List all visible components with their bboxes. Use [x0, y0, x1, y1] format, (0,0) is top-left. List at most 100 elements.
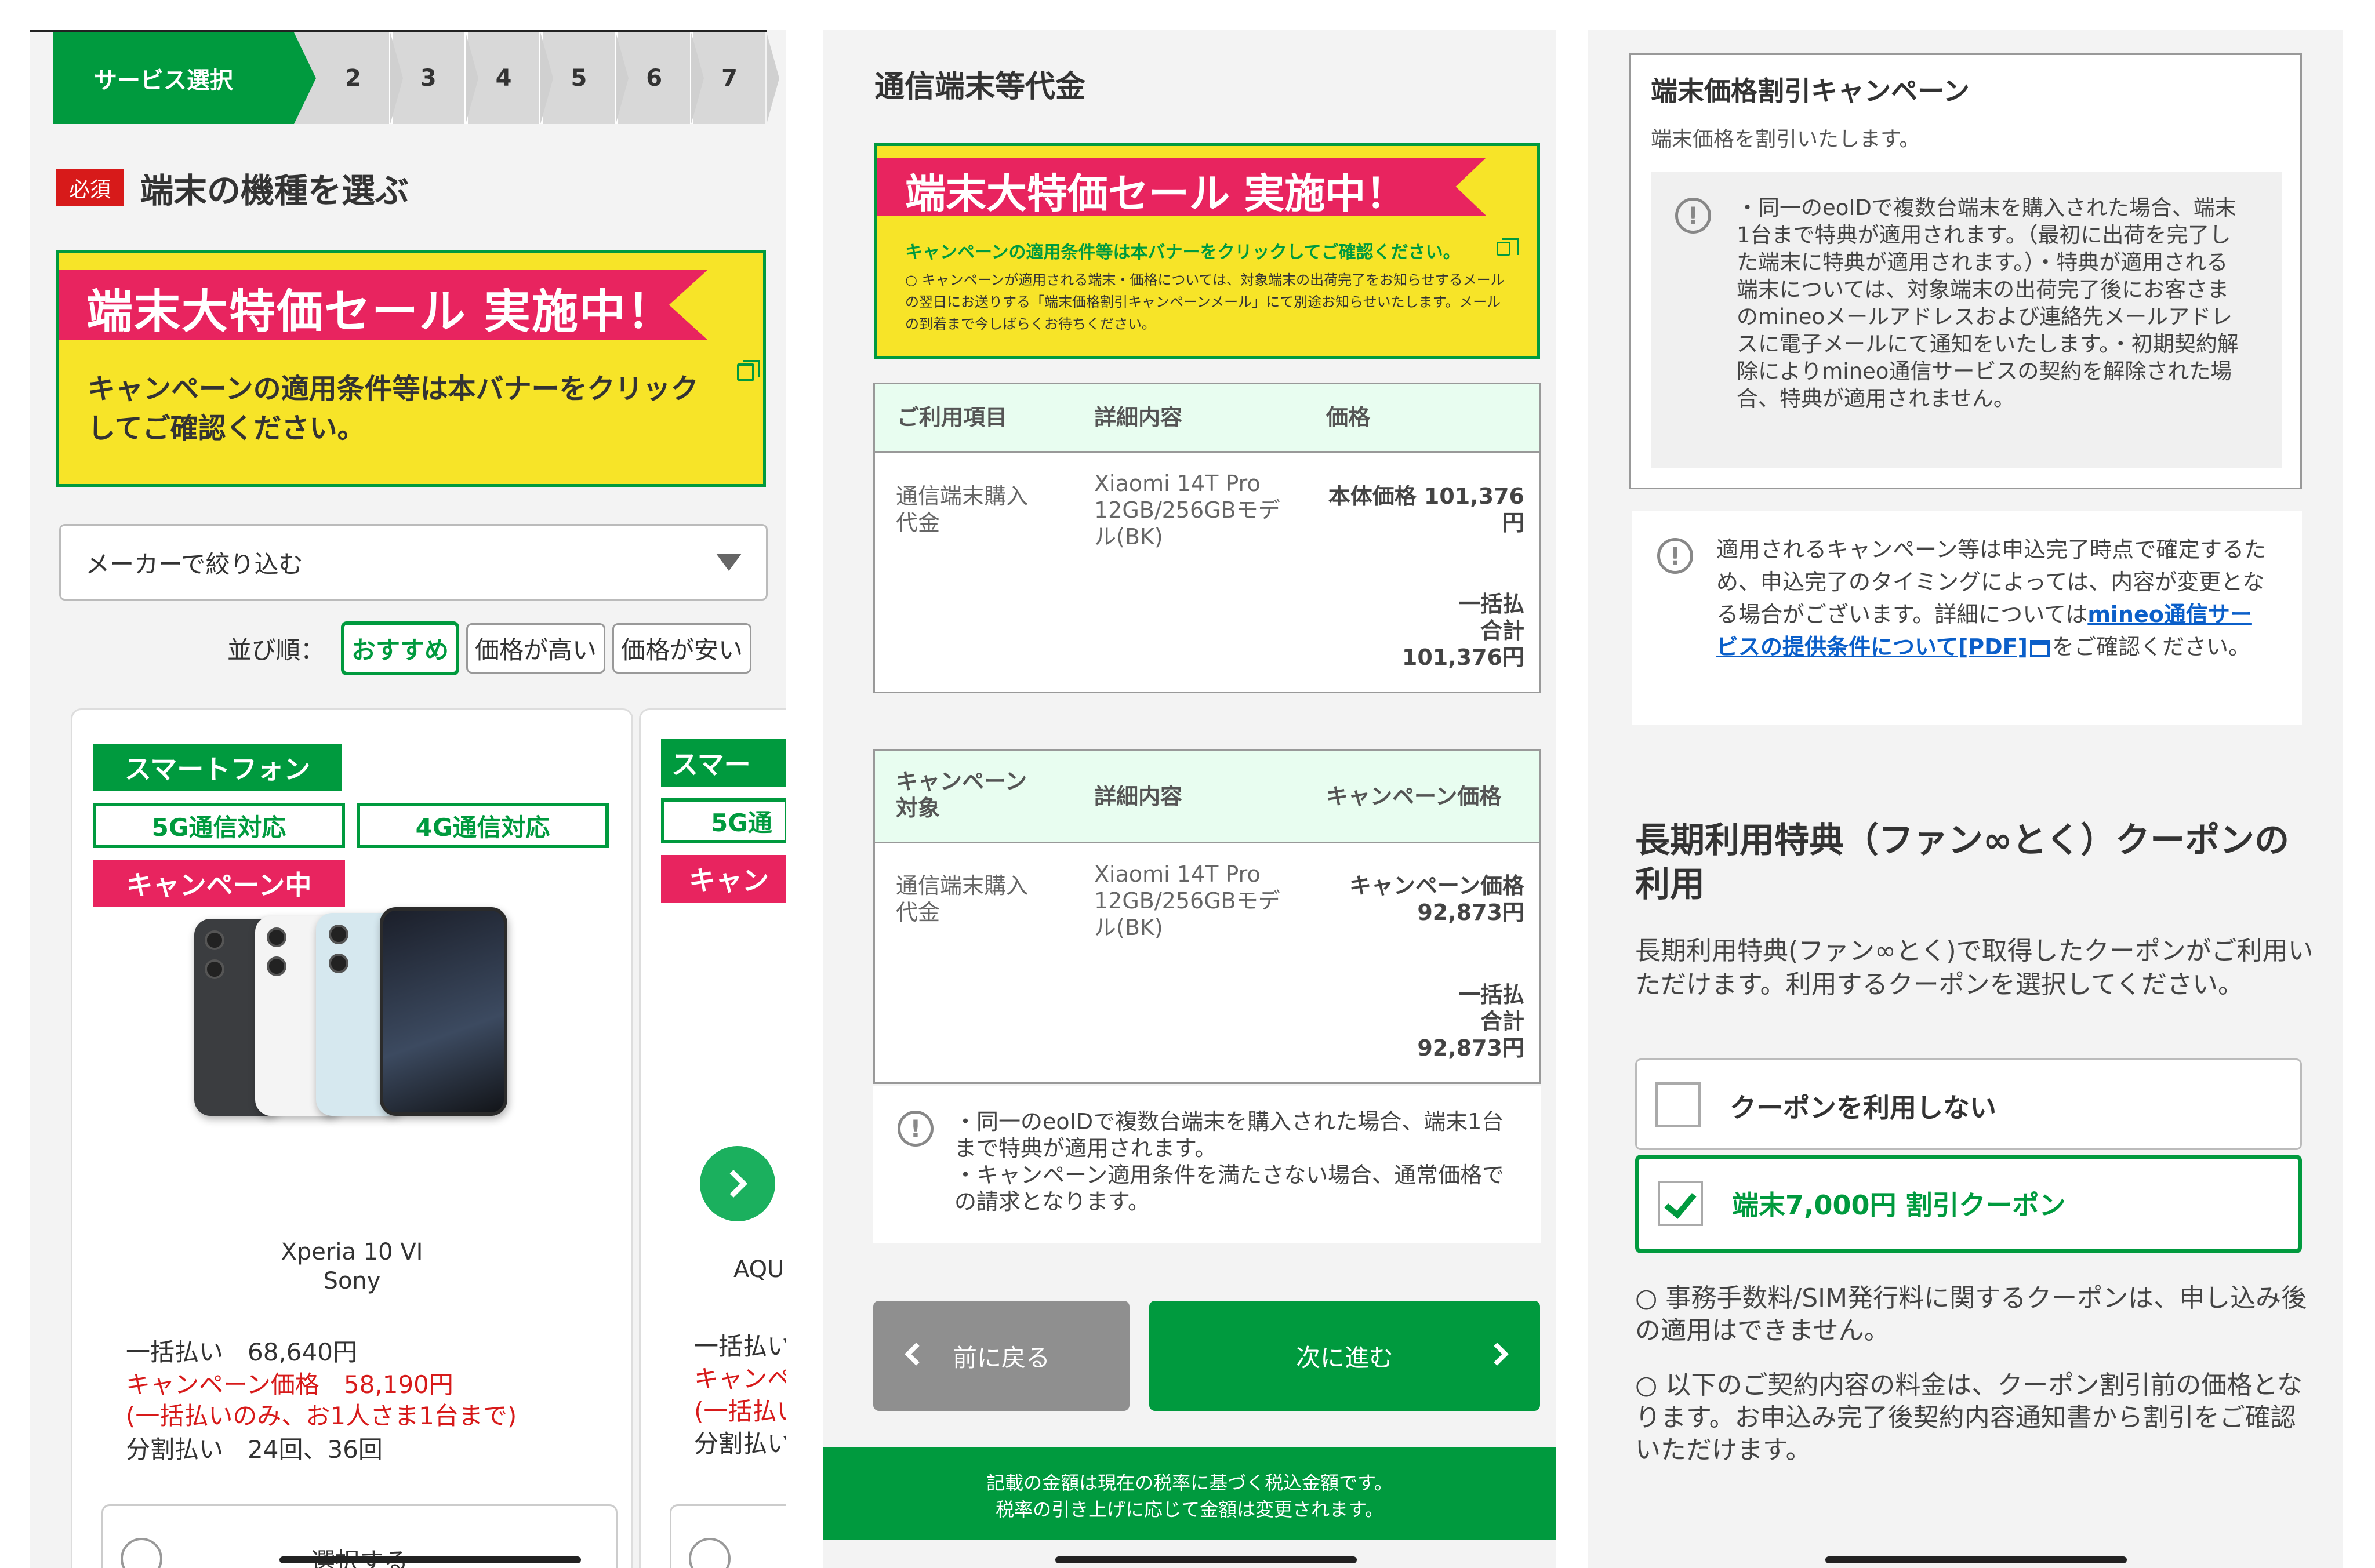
option-label: クーポンを利用しない	[1730, 1092, 1996, 1123]
coupon-option-7000[interactable]: 端末7,000円 割引クーポン	[1635, 1155, 2302, 1253]
product-image	[194, 907, 519, 1122]
total-label: 一括払合計	[1458, 982, 1524, 1034]
network-tag-5g: 5G通信対応	[93, 803, 345, 848]
coupon-description: 長期利用特典(ファン∞とく)で取得したクーポンがご利用いただけます。利用するクー…	[1635, 936, 2314, 999]
step-progress: サービス選択 2 3 4 5 6 7	[53, 32, 779, 124]
dropdown-arrow-icon	[716, 554, 742, 571]
sort-price-low-button[interactable]: 価格が安い	[612, 623, 752, 674]
next-label: 次に進む	[1295, 1343, 1393, 1372]
sort-label: 並び順：	[227, 636, 325, 664]
lump-sum-price: 一括払い 68,640円	[126, 1338, 357, 1366]
item-cell: 通信端末購入代金	[896, 483, 1029, 536]
step-6: 6	[618, 32, 704, 124]
installment-options: 分割払い 24回、36回	[126, 1435, 383, 1464]
confirm-notice-text: 適用されるキャンペーン等は申込完了時点で確定するため、申込完了のタイミングによっ…	[1716, 533, 2273, 663]
step-5: 5	[543, 32, 629, 124]
section-title: 端末の機種を選ぶ	[140, 171, 409, 210]
info-icon: !	[1675, 198, 1711, 234]
checkmark-icon	[1664, 1185, 1697, 1219]
option-label: 端末7,000円 割引クーポン	[1732, 1189, 2066, 1221]
camera-icon	[205, 930, 224, 950]
camera-icon	[329, 954, 348, 973]
campaign-price-table: キャンペーン対象 詳細内容 キャンペーン価格 通信端末購入代金 Xiaomi 1…	[873, 749, 1541, 1084]
confirm-notice: ! 適用されるキャンペーン等は申込完了時点で確定するため、申込完了のタイミングに…	[1632, 511, 2302, 725]
total-value: 92,873円	[1417, 1035, 1524, 1061]
chevron-left-icon	[905, 1343, 928, 1366]
notice-text: ・同一のeoIDで複数台端末を購入された場合、端末1台まで特典が適用されます。 …	[954, 1109, 1505, 1214]
camera-icon	[267, 927, 286, 947]
banner-headline: 端末大特価セール 実施中！	[905, 170, 1407, 217]
header-detail: 詳細内容	[1094, 405, 1183, 430]
back-label: 前に戻る	[952, 1343, 1050, 1372]
network-tag: 5G通	[661, 798, 786, 843]
screen-device-select: サービス選択 2 3 4 5 6 7 必須 端末の機種を選ぶ 端末大特価セール …	[30, 30, 786, 1568]
campaign-tag: キャンペーン中	[93, 860, 345, 907]
carousel-next-button[interactable]	[700, 1146, 775, 1221]
section-header: 必須 端末の機種を選ぶ	[56, 163, 409, 212]
banner-note: キャンペーンの適用条件等は本バナーをクリックしてご確認ください。	[905, 242, 1461, 263]
chevron-right-icon	[1486, 1343, 1509, 1366]
campaign-box: 端末価格割引キャンペーン 端末価格を割引いたします。 ! ・同一のeoIDで複数…	[1629, 53, 2302, 489]
required-badge: 必須	[56, 169, 124, 206]
confirm-text-after: をご確認ください。	[2051, 634, 2250, 660]
checkbox-checked[interactable]	[1658, 1181, 1703, 1226]
screen-payment-summary: 通信端末等代金 端末大特価セール 実施中！ キャンペーンの適用条件等は本バナーを…	[823, 30, 1556, 1568]
checkbox[interactable]	[1655, 1082, 1701, 1127]
campaign-title: 端末価格割引キャンペーン	[1651, 75, 1970, 107]
campaign-notice-text: ・同一のeoIDで複数台端末を購入された場合、端末1台まで特典が適用されます。（…	[1737, 195, 2239, 411]
maker-filter-select[interactable]: メーカーで絞り込む	[59, 524, 768, 601]
select-product-button[interactable]	[670, 1504, 786, 1568]
table-header: キャンペーン対象 詳細内容 キャンペーン価格	[875, 751, 1539, 843]
banner-detail: ○ キャンペーンが適用される端末・価格については、対象端末の出荷完了をお知らせす…	[905, 272, 1505, 332]
type-tag: スマートフォン	[93, 744, 342, 791]
campaign-notice: ! ・同一のeoIDで複数台端末を購入された場合、端末1台まで特典が適用されます…	[1651, 172, 2282, 468]
step-4: 4	[468, 32, 554, 124]
coupon-heading: 長期利用特典（ファン∞とく）クーポンの利用	[1635, 820, 2290, 905]
campaign-note: (一括払い	[694, 1397, 786, 1425]
info-icon: !	[1657, 538, 1693, 574]
lump-sum-price: 一括払い	[694, 1332, 786, 1360]
step-2: 2	[317, 32, 403, 124]
sort-recommended-button[interactable]: おすすめ	[341, 621, 460, 675]
header-item: ご利用項目	[897, 405, 1008, 430]
network-tag-4g: 4G通信対応	[357, 803, 609, 848]
select-radio[interactable]	[689, 1538, 731, 1568]
step-active: サービス選択	[53, 32, 316, 124]
campaign-price-label: キャンペーン価格	[1349, 873, 1524, 898]
banner-headline: 端末大特価セール 実施中！	[86, 285, 674, 339]
product-card[interactable]: スマートフォン 5G通信対応 4G通信対応 キャンペーン中 Xperia 10 …	[71, 708, 633, 1568]
coupon-note-2: ○ 以下のご契約内容の料金は、クーポン割引前の価格となります。お申込み完了後契約…	[1635, 1370, 2303, 1465]
camera-icon	[205, 959, 224, 979]
sale-banner[interactable]: 端末大特価セール 実施中！ キャンペーンの適用条件等は本バナーをクリックしてご確…	[56, 250, 766, 487]
campaign-note: (一括払いのみ、お1人さま1台まで)	[126, 1402, 517, 1430]
product-name: Xperia 10 VI	[281, 1239, 423, 1265]
home-indicator	[279, 1556, 581, 1563]
sort-price-high-button[interactable]: 価格が高い	[466, 623, 606, 674]
campaign-subtitle: 端末価格を割引いたします。	[1651, 128, 1920, 151]
back-button[interactable]: 前に戻る	[873, 1301, 1130, 1411]
next-button[interactable]: 次に進む	[1149, 1301, 1540, 1411]
sale-banner[interactable]: 端末大特価セール 実施中！ キャンペーンの適用条件等は本バナーをクリックしてご確…	[874, 143, 1540, 359]
chevron-right-icon	[719, 1169, 748, 1198]
camera-icon	[267, 956, 286, 976]
campaign-price-value: 92,873円	[1417, 900, 1524, 925]
type-tag: スマー	[661, 739, 786, 787]
detail-cell: Xiaomi 14T Pro 12GB/256GBモデル(BK)	[1094, 471, 1280, 550]
phone-front	[380, 907, 507, 1116]
campaign-price: キャンペ	[694, 1365, 786, 1393]
campaign-price: キャンペーン価格 58,190円	[126, 1370, 453, 1399]
detail-cell: Xiaomi 14T Pro 12GB/256GBモデル(BK)	[1094, 861, 1280, 940]
notice-box: ! ・同一のeoIDで複数台端末を購入された場合、端末1台まで特典が適用されます…	[873, 1086, 1541, 1243]
price-table: ご利用項目 詳細内容 価格 通信端末購入代金 Xiaomi 14T Pro 12…	[873, 383, 1541, 693]
item-cell: 通信端末購入代金	[896, 873, 1029, 925]
step-7: 7	[693, 32, 779, 124]
tax-footer: 記載の金額は現在の税率に基づく税込金額です。 税率の引き上げに応じて金額は変更さ…	[823, 1447, 1556, 1540]
product-card-next[interactable]: スマー 5G通 キャン AQU 一括払い キャンペ (一括払い 分割払い	[639, 708, 786, 1568]
campaign-tag: キャン	[661, 855, 786, 903]
product-name: AQU	[733, 1256, 785, 1283]
header-price: 価格	[1326, 405, 1371, 430]
camera-icon	[329, 925, 348, 944]
table-header: ご利用項目 詳細内容 価格	[875, 384, 1539, 453]
info-icon: !	[898, 1111, 934, 1147]
coupon-option-none[interactable]: クーポンを利用しない	[1635, 1058, 2302, 1150]
